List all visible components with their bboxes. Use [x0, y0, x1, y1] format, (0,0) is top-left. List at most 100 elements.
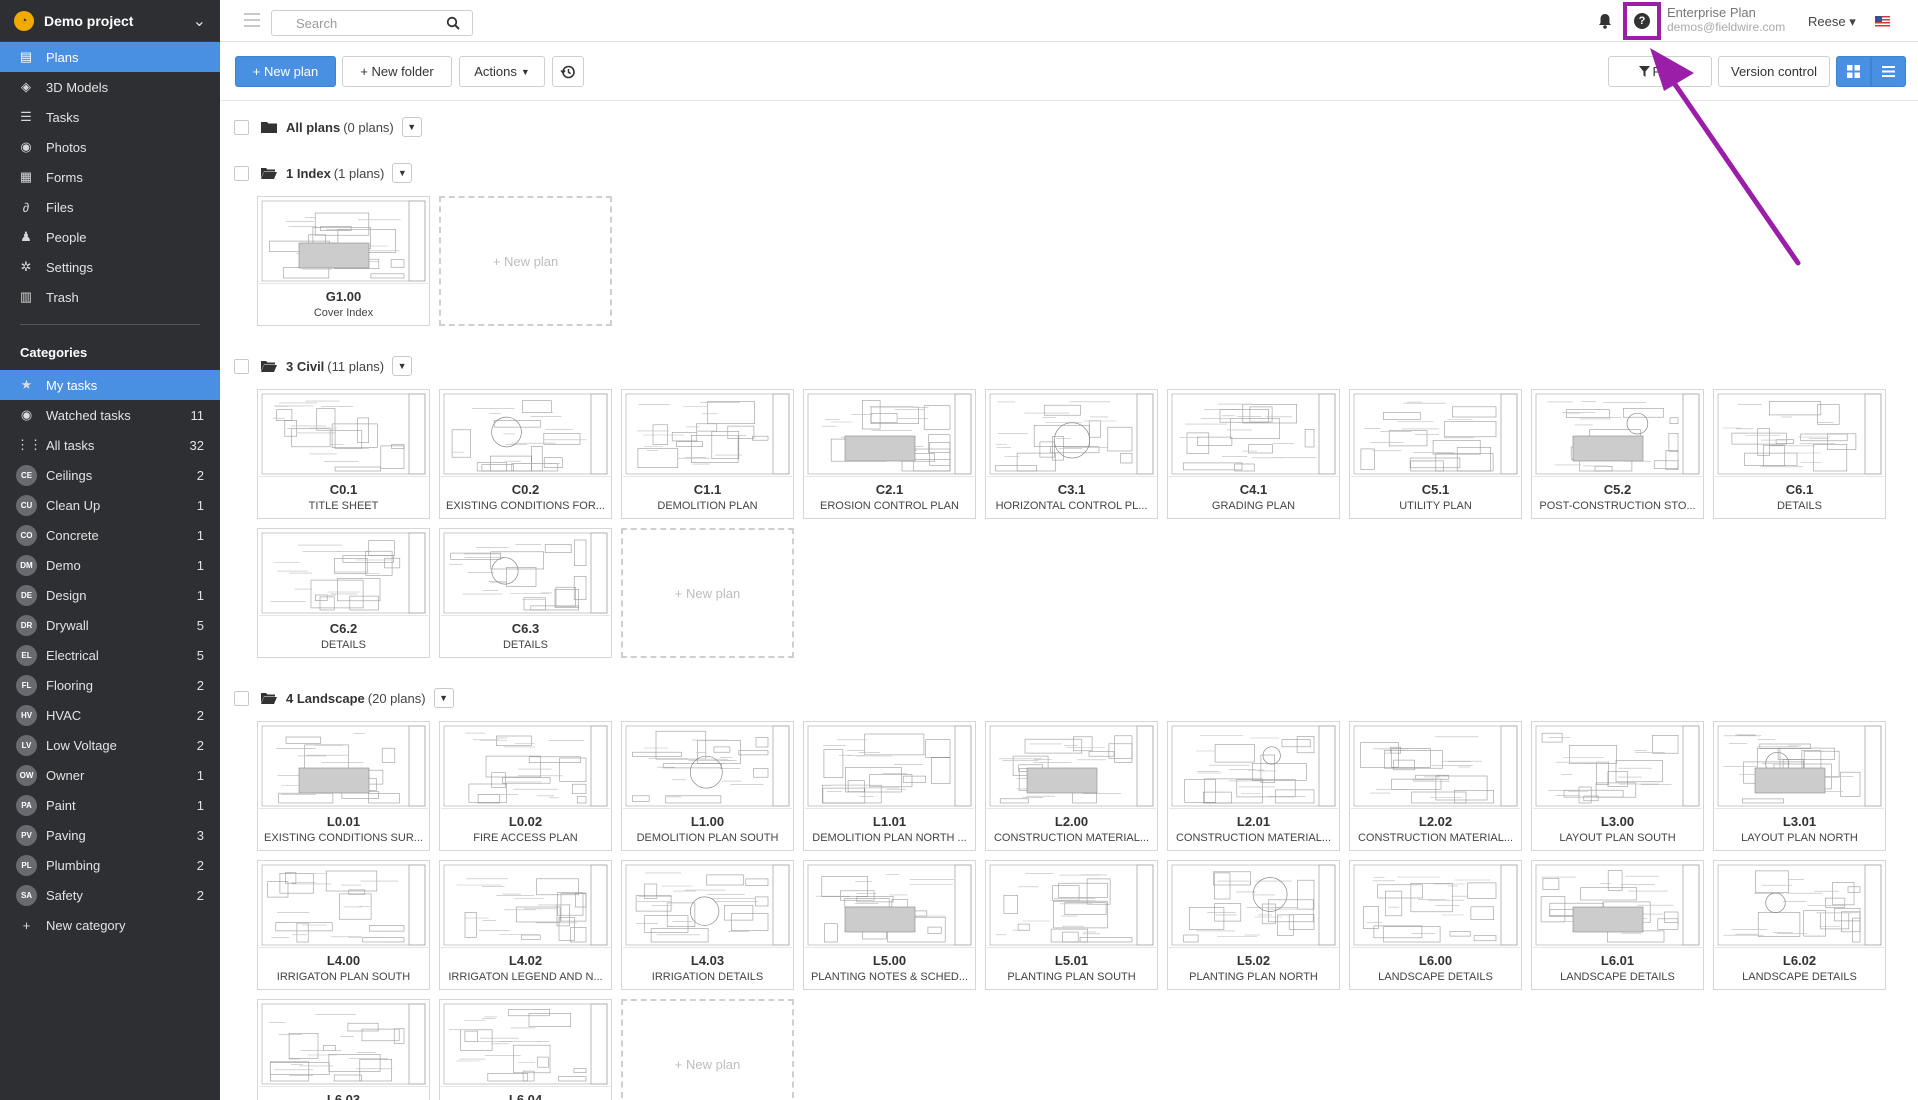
- filter-button[interactable]: Filter: [1608, 56, 1712, 87]
- folder-name[interactable]: All plans: [286, 120, 340, 135]
- sidebar-item-trash[interactable]: ▥ Trash: [0, 282, 220, 312]
- category-item-flooring[interactable]: FL Flooring 2: [0, 670, 220, 700]
- category-item-watched-tasks[interactable]: ◉ Watched tasks 11: [0, 400, 220, 430]
- plan-card[interactable]: L4.02 IRRIGATON LEGEND AND N...: [439, 860, 612, 990]
- plan-card[interactable]: C0.2 EXISTING CONDITIONS FOR...: [439, 389, 612, 519]
- category-item-ceilings[interactable]: CE Ceilings 2: [0, 460, 220, 490]
- category-item-drywall[interactable]: DR Drywall 5: [0, 610, 220, 640]
- folder-dropdown-button[interactable]: ▼: [401, 117, 422, 137]
- category-label: HVAC: [46, 707, 82, 723]
- menu-icon[interactable]: [244, 13, 260, 27]
- sidebar-item-people[interactable]: ♟ People: [0, 222, 220, 252]
- help-highlight-box: ?: [1623, 2, 1661, 40]
- plan-card[interactable]: C3.1 HORIZONTAL CONTROL PL...: [985, 389, 1158, 519]
- category-item-electrical[interactable]: EL Electrical 5: [0, 640, 220, 670]
- history-button[interactable]: [552, 56, 584, 87]
- folder-name[interactable]: 3 Civil: [286, 359, 324, 374]
- sidebar-item-3d-models[interactable]: ◈ 3D Models: [0, 72, 220, 102]
- plan-card[interactable]: L6.00 LANDSCAPE DETAILS: [1349, 860, 1522, 990]
- plan-card[interactable]: L1.01 DEMOLITION PLAN NORTH ...: [803, 721, 976, 851]
- plan-card[interactable]: C1.1 DEMOLITION PLAN: [621, 389, 794, 519]
- new-plan-card[interactable]: + New plan: [621, 528, 794, 658]
- help-icon[interactable]: ?: [1634, 13, 1650, 29]
- search-icon[interactable]: [446, 16, 460, 30]
- plan-card[interactable]: L3.00 LAYOUT PLAN SOUTH: [1531, 721, 1704, 851]
- version-control-button[interactable]: Version control: [1718, 56, 1830, 87]
- search-field[interactable]: [271, 10, 473, 36]
- folder-name[interactable]: 1 Index: [286, 166, 331, 181]
- plan-card[interactable]: L2.02 CONSTRUCTION MATERIAL...: [1349, 721, 1522, 851]
- plan-card[interactable]: L3.01 LAYOUT PLAN NORTH: [1713, 721, 1886, 851]
- plan-card[interactable]: C0.1 TITLE SHEET: [257, 389, 430, 519]
- project-name: Demo project: [44, 12, 134, 29]
- new-plan-card[interactable]: + New plan: [621, 999, 794, 1100]
- plan-card[interactable]: L5.02 PLANTING PLAN NORTH: [1167, 860, 1340, 990]
- plan-card[interactable]: C2.1 EROSION CONTROL PLAN: [803, 389, 976, 519]
- category-item-paving[interactable]: PV Paving 3: [0, 820, 220, 850]
- category-item-low-voltage[interactable]: LV Low Voltage 2: [0, 730, 220, 760]
- cube-icon: ◈: [21, 79, 31, 94]
- plan-card[interactable]: L4.03 IRRIGATION DETAILS: [621, 860, 794, 990]
- new-plan-button[interactable]: + New plan: [235, 56, 336, 87]
- folder-checkbox[interactable]: [234, 119, 249, 135]
- category-item-new-category[interactable]: + New category: [0, 910, 220, 940]
- sidebar-item-plans[interactable]: ▤ Plans: [0, 42, 220, 72]
- folder-checkbox[interactable]: [234, 165, 249, 181]
- sidebar-item-settings[interactable]: ✲ Settings: [0, 252, 220, 282]
- plan-card[interactable]: G1.00 Cover Index: [257, 196, 430, 326]
- plan-card[interactable]: L2.00 CONSTRUCTION MATERIAL...: [985, 721, 1158, 851]
- category-item-my-tasks[interactable]: ★ My tasks: [0, 370, 220, 400]
- folder-dropdown-button[interactable]: ▼: [392, 163, 413, 183]
- sidebar-item-label: Tasks: [46, 109, 80, 125]
- category-item-owner[interactable]: OW Owner 1: [0, 760, 220, 790]
- sidebar-item-files[interactable]: ∂ Files: [0, 192, 220, 222]
- plan-thumbnail: [987, 862, 1156, 948]
- sidebar-item-photos[interactable]: ◉ Photos: [0, 132, 220, 162]
- plan-card[interactable]: L6.02 LANDSCAPE DETAILS: [1713, 860, 1886, 990]
- plan-card[interactable]: L4.00 IRRIGATON PLAN SOUTH: [257, 860, 430, 990]
- category-item-concrete[interactable]: CO Concrete 1: [0, 520, 220, 550]
- plan-card[interactable]: C4.1 GRADING PLAN: [1167, 389, 1340, 519]
- category-item-design[interactable]: DE Design 1: [0, 580, 220, 610]
- plan-card[interactable]: L6.03: [257, 999, 430, 1100]
- plan-card[interactable]: L2.01 CONSTRUCTION MATERIAL...: [1167, 721, 1340, 851]
- category-item-paint[interactable]: PA Paint 1: [0, 790, 220, 820]
- bell-icon[interactable]: [1596, 12, 1614, 30]
- plan-card[interactable]: C5.2 POST-CONSTRUCTION STO...: [1531, 389, 1704, 519]
- sidebar-item-tasks[interactable]: ☰ Tasks: [0, 102, 220, 132]
- folder-icon: [261, 122, 277, 133]
- category-item-safety[interactable]: SA Safety 2: [0, 880, 220, 910]
- plan-card[interactable]: L6.01 LANDSCAPE DETAILS: [1531, 860, 1704, 990]
- category-item-demo[interactable]: DM Demo 1: [0, 550, 220, 580]
- plan-card[interactable]: L5.00 PLANTING NOTES & SCHED...: [803, 860, 976, 990]
- plan-card[interactable]: C6.1 DETAILS: [1713, 389, 1886, 519]
- plan-card[interactable]: L5.01 PLANTING PLAN SOUTH: [985, 860, 1158, 990]
- project-selector[interactable]: ◔ Demo project ⌄: [0, 0, 220, 42]
- folder-dropdown-button[interactable]: ▼: [392, 356, 413, 376]
- user-menu[interactable]: Reese ▾: [1808, 14, 1856, 30]
- folder-dropdown-button[interactable]: ▼: [433, 688, 454, 708]
- category-item-hvac[interactable]: HV HVAC 2: [0, 700, 220, 730]
- plan-card[interactable]: L1.00 DEMOLITION PLAN SOUTH: [621, 721, 794, 851]
- eye-icon: ◉: [20, 407, 33, 422]
- folder-checkbox[interactable]: [234, 690, 249, 706]
- folder-checkbox[interactable]: [234, 358, 249, 374]
- plan-card[interactable]: C5.1 UTILITY PLAN: [1349, 389, 1522, 519]
- sidebar-item-forms[interactable]: ▦ Forms: [0, 162, 220, 192]
- plan-card[interactable]: L0.01 EXISTING CONDITIONS SUR...: [257, 721, 430, 851]
- plan-card[interactable]: C6.2 DETAILS: [257, 528, 430, 658]
- actions-dropdown[interactable]: Actions ▼: [459, 56, 545, 87]
- category-item-clean-up[interactable]: CU Clean Up 1: [0, 490, 220, 520]
- us-flag-icon[interactable]: [1875, 16, 1890, 27]
- plan-card[interactable]: C6.3 DETAILS: [439, 528, 612, 658]
- new-folder-button[interactable]: + New folder: [342, 56, 452, 87]
- list-view-button[interactable]: [1871, 56, 1906, 87]
- search-input[interactable]: [296, 15, 464, 31]
- category-item-all-tasks[interactable]: ⋮⋮ All tasks 32: [0, 430, 220, 460]
- folder-name[interactable]: 4 Landscape: [286, 691, 365, 706]
- new-plan-card[interactable]: + New plan: [439, 196, 612, 326]
- category-item-plumbing[interactable]: PL Plumbing 2: [0, 850, 220, 880]
- plan-card[interactable]: L0.02 FIRE ACCESS PLAN: [439, 721, 612, 851]
- grid-view-button[interactable]: [1836, 56, 1871, 87]
- plan-card[interactable]: L6.04: [439, 999, 612, 1100]
